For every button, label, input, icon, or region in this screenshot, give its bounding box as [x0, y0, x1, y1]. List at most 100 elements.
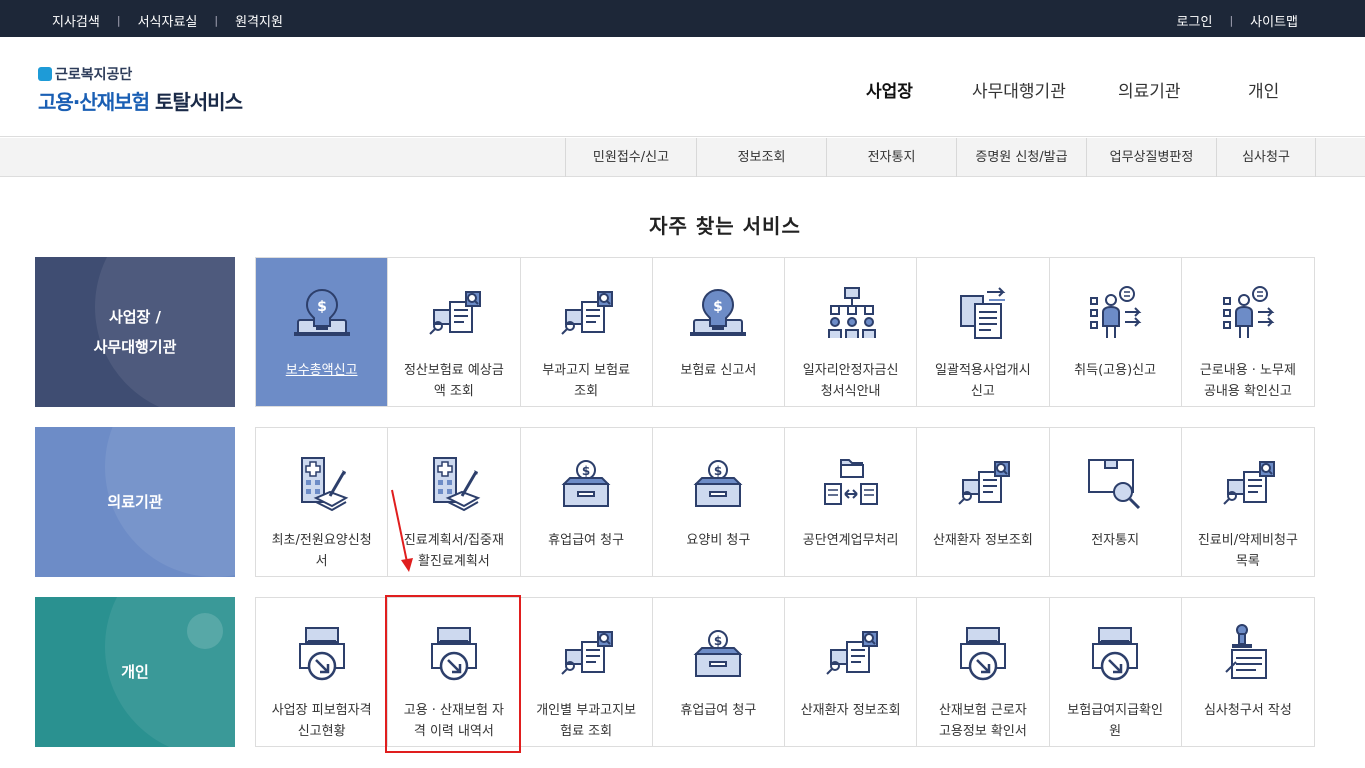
subnav-certificate[interactable]: 증명원 신청/발급: [956, 138, 1086, 177]
separator: |: [214, 14, 219, 27]
service-tile-label: 산재보험 근로자 고용정보 확인서: [933, 700, 1033, 742]
svg-text:$: $: [582, 464, 590, 478]
separator: |: [1229, 14, 1234, 27]
category-label-line1: 사업장 /: [108, 308, 162, 326]
service-tile-label-line2: 고용정보 확인서: [938, 724, 1027, 739]
service-tile-label-line1: 고용 · 산재보험 자: [403, 703, 504, 718]
login-link[interactable]: 로그인: [1177, 11, 1213, 30]
service-tile[interactable]: 전자통지: [1050, 428, 1182, 576]
documents-transfer-icon: [951, 282, 1015, 346]
service-tile-label-line1: 취득(고용)신고: [1074, 363, 1157, 378]
service-tile-label-line2: 액 조회: [433, 384, 474, 399]
document-search-icon: [554, 282, 618, 346]
main-nav-individual[interactable]: 개인: [1248, 77, 1279, 102]
money-box-icon: $: [554, 452, 618, 516]
main-nav-workplace[interactable]: 사업장: [866, 77, 913, 102]
service-tile[interactable]: 공단연계업무처리: [785, 428, 918, 576]
service-tile-label-line1: 최초/전원요양신청: [271, 533, 372, 548]
service-tile[interactable]: 취득(고용)신고: [1050, 258, 1182, 406]
money-box-icon: $: [686, 452, 750, 516]
person-list-icon: [1216, 282, 1280, 346]
category-label: 개인: [121, 663, 149, 681]
main-nav-agency[interactable]: 사무대행기관: [972, 77, 1066, 102]
svg-text:$: $: [714, 464, 722, 478]
box-search-icon: [1083, 452, 1147, 516]
service-tile-label: 산재환자 정보조회: [795, 700, 907, 721]
service-tile[interactable]: 사업장 피보험자격 신고현황: [256, 598, 389, 746]
service-tile-label-line1: 보수총액신고: [285, 363, 358, 378]
svg-text:$: $: [317, 299, 327, 315]
service-tile[interactable]: $ 보수총액신고: [256, 258, 389, 406]
subnav-occupational-disease[interactable]: 업무상질병판정: [1086, 138, 1216, 177]
service-tile[interactable]: 근로내용 · 노무제 공내용 확인신고: [1182, 258, 1314, 406]
subnav-e-notice[interactable]: 전자통지: [826, 138, 956, 177]
document-search-icon: [951, 452, 1015, 516]
remote-support-link[interactable]: 원격지원: [235, 11, 283, 30]
service-tile[interactable]: 일괄적용사업개시 신고: [917, 258, 1050, 406]
service-tile-label-line1: 진료비/약제비청구: [1197, 533, 1298, 548]
category-workplace-agency: 사업장 / 사무대행기관: [35, 257, 235, 407]
service-tile[interactable]: 일자리안정자금신 청서식안내: [785, 258, 918, 406]
service-tile-label: 일자리안정자금신 청서식안내: [797, 360, 905, 402]
service-tile-label-line1: 정산보험료 예상금: [403, 363, 504, 378]
service-tile-label-line1: 요양비 청구: [686, 533, 751, 548]
hospital-pen-icon: [290, 452, 354, 516]
service-tile-label-line1: 심사청구서 작성: [1203, 703, 1292, 718]
service-tile-label-line2: 서: [315, 554, 328, 569]
sub-navigation: 민원접수/신고 정보조회 전자통지 증명원 신청/발급 업무상질병판정 심사청구: [0, 138, 1365, 177]
service-tile[interactable]: 진료비/약제비청구목록: [1182, 428, 1314, 576]
service-row-individual: 사업장 피보험자격 신고현황 고용 · 산재보험 자격 이력 내역서 개인별 부과고지…: [255, 597, 1315, 747]
service-tile-label: 산재환자 정보조회: [927, 530, 1039, 551]
document-search-icon: [422, 282, 486, 346]
subnav-civil-report[interactable]: 민원접수/신고: [565, 138, 696, 177]
service-tile-label: 요양비 청구: [680, 530, 756, 551]
person-list-icon: [1083, 282, 1147, 346]
service-tile[interactable]: 보험급여지급확인원: [1050, 598, 1182, 746]
service-tile[interactable]: 고용 · 산재보험 자격 이력 내역서: [388, 598, 521, 746]
document-search-icon: [819, 622, 883, 686]
service-tile[interactable]: 산재환자 정보조회: [785, 598, 918, 746]
service-tile[interactable]: 산재보험 근로자 고용정보 확인서: [917, 598, 1050, 746]
sitemap-link[interactable]: 사이트맵: [1250, 11, 1298, 30]
service-tile-label-line2: 원: [1109, 724, 1122, 739]
service-tile-label-line1: 보험료 신고서: [680, 363, 757, 378]
service-tile-label-line1: 휴업급여 청구: [680, 703, 757, 718]
service-tile[interactable]: $ 요양비 청구: [653, 428, 785, 576]
service-tile-label-line2: 목록: [1235, 554, 1260, 569]
org-chart-people-icon: [819, 282, 883, 346]
money-bulb-icon: $: [290, 282, 354, 346]
section-title: 자주 찾는 서비스: [649, 214, 801, 238]
service-tile-label-line2: 신고현황: [297, 724, 346, 739]
service-tile[interactable]: 부과고지 보험료 조회: [521, 258, 653, 406]
logo-service-rest: 토탈서비스: [149, 90, 243, 114]
logo-service-highlight: 고용·산재보험: [38, 90, 150, 114]
document-search-icon: [1216, 452, 1280, 516]
service-tile[interactable]: 산재환자 정보조회: [917, 428, 1050, 576]
printer-download-icon: [290, 622, 354, 686]
service-tile[interactable]: $ 휴업급여 청구: [521, 428, 653, 576]
branch-search-link[interactable]: 지사검색: [52, 11, 100, 30]
service-tile[interactable]: $ 휴업급여 청구: [653, 598, 785, 746]
service-tile-label-line2: 청서식안내: [820, 384, 881, 399]
service-tile[interactable]: 개인별 부과고지보 험료 조회: [521, 598, 653, 746]
service-tile-label-line2: 공내용 확인신고: [1203, 384, 1292, 399]
service-tile[interactable]: 최초/전원요양신청서: [256, 428, 389, 576]
service-tile[interactable]: 심사청구서 작성: [1182, 598, 1314, 746]
printer-download-icon: [422, 622, 486, 686]
site-logo[interactable]: 근로복지공단 고용·산재보험 토탈서비스: [38, 64, 243, 115]
service-tile-label: 정산보험료 예상금액 조회: [398, 360, 510, 402]
category-label-line2: 사무대행기관: [93, 338, 177, 356]
service-tile-label-line1: 보험급여지급확인: [1067, 703, 1163, 718]
subnav-info-query[interactable]: 정보조회: [696, 138, 826, 177]
folder-exchange-icon: [819, 452, 883, 516]
subnav-review-request[interactable]: 심사청구: [1216, 138, 1316, 177]
site-header: 근로복지공단 고용·산재보험 토탈서비스 사업장 사무대행기관 의료기관 개인: [0, 37, 1365, 137]
service-tile-label-line2: 신고: [970, 384, 995, 399]
service-tile-label-line1: 부과고지 보험료: [542, 363, 631, 378]
service-tile[interactable]: 정산보험료 예상금액 조회: [388, 258, 521, 406]
forms-library-link[interactable]: 서식자료실: [138, 11, 198, 30]
hospital-pen-icon: [422, 452, 486, 516]
separator: |: [116, 14, 121, 27]
service-tile[interactable]: $ 보험료 신고서: [653, 258, 785, 406]
main-nav-medical[interactable]: 의료기관: [1118, 77, 1181, 102]
